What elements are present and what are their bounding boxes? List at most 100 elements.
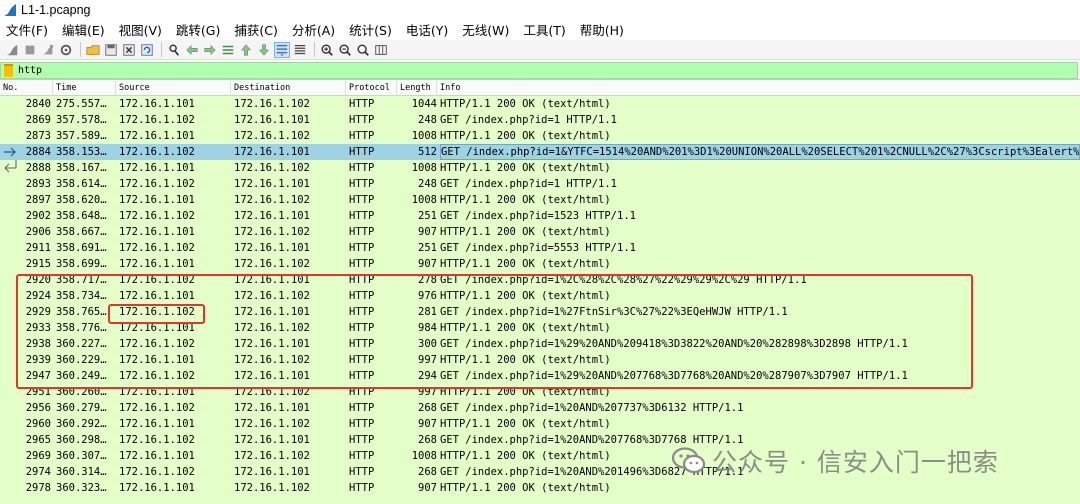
close-file-icon[interactable] [121,42,137,58]
menu-item-5[interactable]: 分析(A) [292,20,335,39]
resize-columns-icon[interactable] [373,42,389,58]
table-row[interactable]: 2902 358.648… 172.16.1.102 172.16.1.101 HTTP… [0,208,1080,224]
column-header-destination[interactable]: Destination [231,81,346,96]
menu-item-0[interactable]: 文件(F) [6,20,48,39]
table-row[interactable]: 2956 360.279… 172.16.1.102 172.16.1.101 HTTP… [0,400,1080,416]
menu-item-6[interactable]: 统计(S) [349,20,392,39]
cell-src: 172.16.1.102 [119,274,195,286]
table-row[interactable]: 2978 360.323… 172.16.1.101 172.16.1.102 HTTP… [0,480,1080,496]
menu-item-7[interactable]: 电话(Y) [406,20,448,39]
go-back-icon[interactable] [184,42,200,58]
column-header-no[interactable]: No. [0,81,53,96]
table-row[interactable]: 2840 275.557… 172.16.1.101 172.16.1.102 HTTP… [0,96,1080,112]
cell-src: 172.16.1.102 [119,178,195,190]
column-header-time[interactable]: Time [53,81,116,96]
cell-proto: HTTP [349,450,375,462]
column-header-info[interactable]: Info [437,81,1080,96]
menu-item-4[interactable]: 捕获(C) [234,20,277,39]
table-row[interactable]: 2888 358.167… 172.16.1.101 172.16.1.102 HTTP… [0,160,1080,176]
last-packet-icon[interactable] [256,42,272,58]
cell-len: 907 [418,258,437,270]
table-row[interactable]: 2951 360.260… 172.16.1.101 172.16.1.102 HTTP… [0,384,1080,400]
table-row[interactable]: 2924 358.734… 172.16.1.101 172.16.1.102 HTTP… [0,288,1080,304]
table-row[interactable]: 2960 360.292… 172.16.1.101 172.16.1.102 HTTP… [0,416,1080,432]
window-titlebar: L1-1.pcapng [0,0,1080,19]
menu-item-1[interactable]: 编辑(E) [62,20,105,39]
table-row[interactable]: 2869 357.578… 172.16.1.102 172.16.1.101 HTTP… [0,112,1080,128]
cell-len: 251 [418,242,437,254]
cell-proto: HTTP [349,402,375,414]
menu-item-8[interactable]: 无线(W) [462,20,509,39]
reload-icon[interactable] [139,42,155,58]
cell-src: 172.16.1.101 [119,418,195,430]
cell-src: 172.16.1.102 [119,434,195,446]
go-to-packet-icon[interactable] [220,42,236,58]
column-header-protocol[interactable]: Protocol [346,81,397,96]
cell-len: 512 [418,146,437,158]
cell-dst: 172.16.1.102 [234,258,310,270]
cell-time: 360.314… [56,466,107,478]
cell-len: 907 [418,226,437,238]
toolbar-separator [80,42,81,57]
open-folder-icon[interactable] [85,42,101,58]
options-gear-icon[interactable] [58,42,74,58]
cell-time: 357.589… [56,130,107,142]
cell-src: 172.16.1.101 [119,322,195,334]
menu-item-9[interactable]: 工具(T) [523,20,565,39]
zoom-out-icon[interactable] [337,42,353,58]
table-row-selected[interactable]: 2884 358.153… 172.16.1.102 172.16.1.101 HTTP… [0,144,1080,160]
table-row[interactable]: 2897 358.620… 172.16.1.101 172.16.1.102 HTTP… [0,192,1080,208]
cell-dst: 172.16.1.101 [234,146,310,158]
menu-item-2[interactable]: 视图(V) [119,20,162,39]
menu-item-3[interactable]: 跳转(G) [176,20,220,39]
cell-src: 172.16.1.102 [119,210,195,222]
cell-time: 357.578… [56,114,107,126]
cell-len: 1008 [411,194,437,206]
restart-icon[interactable] [40,42,56,58]
watermark-text: 公众号 · 信安入门一把索 [712,448,999,477]
filter-bookmark-icon[interactable] [4,64,13,77]
cell-info: HTTP/1.1 200 OK (text/html) [440,194,611,206]
table-row[interactable]: 2947 360.249… 172.16.1.102 172.16.1.101 HTTP… [0,368,1080,384]
menu-bar: 文件(F) 编辑(E) 视图(V) 跳转(G) 捕获(C) 分析(A) 统计(S) 电话(Y)… [0,19,1080,40]
table-row[interactable]: 2911 358.691… 172.16.1.102 172.16.1.101 HTTP… [0,240,1080,256]
colorize-icon[interactable] [292,42,308,58]
zoom-in-icon[interactable] [319,42,335,58]
cell-proto: HTTP [349,482,375,494]
table-row[interactable]: 2933 358.776… 172.16.1.101 172.16.1.102 HTTP… [0,320,1080,336]
cell-proto: HTTP [349,338,375,350]
table-row[interactable]: 2939 360.229… 172.16.1.101 172.16.1.102 HTTP… [0,352,1080,368]
zoom-normal-icon[interactable] [355,42,371,58]
shark-fin-start-icon[interactable] [4,42,20,58]
table-row[interactable]: 2920 358.717… 172.16.1.102 172.16.1.101 HTTP… [0,272,1080,288]
cell-len [399,496,437,504]
stop-icon[interactable] [22,42,38,58]
display-filter-input[interactable] [0,62,1078,79]
column-header-source[interactable]: Source [116,81,231,96]
menu-item-10[interactable]: 帮助(H) [580,20,624,39]
auto-scroll-icon[interactable] [274,41,290,58]
cell-proto: HTTP [349,226,375,238]
cell-time: 360.229… [56,354,107,366]
table-row[interactable]: 2893 358.614… 172.16.1.102 172.16.1.101 HTTP… [0,176,1080,192]
table-row[interactable]: 2938 360.227… 172.16.1.102 172.16.1.101 HTTP… [0,336,1080,352]
cell-proto: HTTP [349,306,375,318]
cell-dst: 172.16.1.102 [234,482,310,494]
table-row[interactable]: 2906 358.667… 172.16.1.101 172.16.1.102 HTTP… [0,224,1080,240]
cell-src: 172.16.1.101 [119,482,195,494]
save-file-icon[interactable] [103,42,119,58]
cell-info: GET /index.php?id=1%2C%28%2C%28%27%22%29… [440,274,807,286]
column-header-length[interactable]: Length [397,81,437,96]
table-row[interactable]: 2915 358.699… 172.16.1.101 172.16.1.102 HTTP… [0,256,1080,272]
table-row[interactable] [0,496,1080,504]
cell-dst: 172.16.1.102 [234,354,310,366]
table-row[interactable]: 2929 358.765… 172.16.1.102 172.16.1.101 HTTP… [0,304,1080,320]
go-forward-icon[interactable] [202,42,218,58]
first-packet-icon[interactable] [238,42,254,58]
find-packet-icon[interactable] [166,42,182,58]
table-row[interactable]: 2873 357.589… 172.16.1.101 172.16.1.102 HTTP… [0,128,1080,144]
cell-dst: 172.16.1.102 [234,130,310,142]
wireshark-fin-icon [4,3,16,16]
cell-no: 2897 [25,194,51,206]
cell-info [440,496,1080,504]
